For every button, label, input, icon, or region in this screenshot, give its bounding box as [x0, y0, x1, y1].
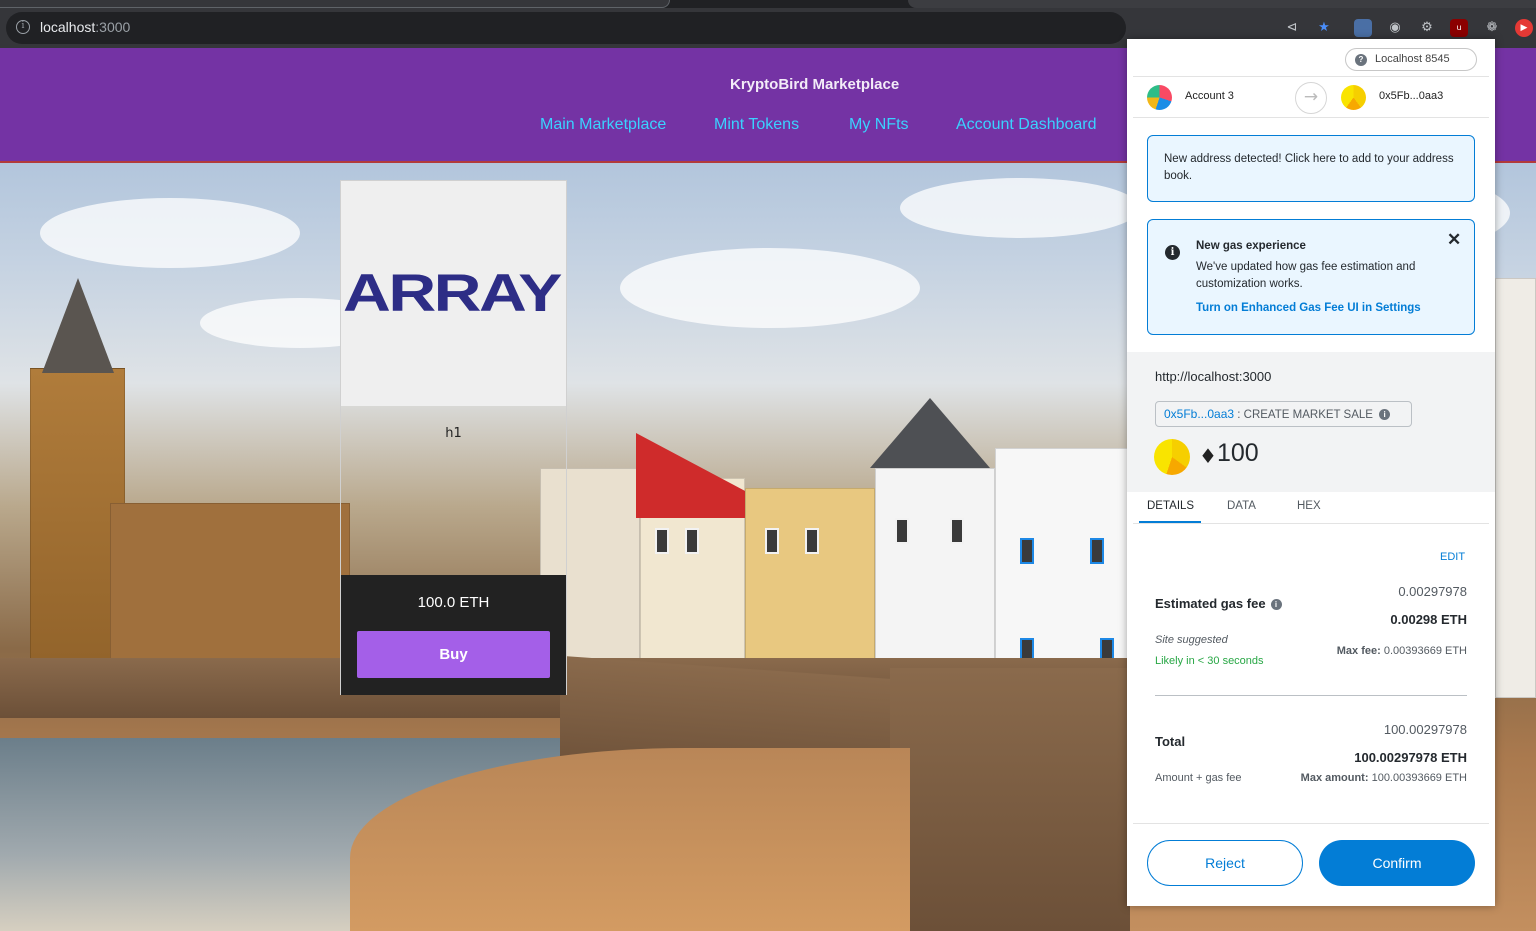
- active-tab-underline: [1139, 521, 1201, 523]
- max-fee-value: 0.00393669 ETH: [1383, 645, 1467, 657]
- nav-my-nfts[interactable]: My NFts: [849, 116, 909, 134]
- divider: [1133, 76, 1489, 77]
- info-icon: i: [1165, 245, 1180, 260]
- gas-fee-label-row: Estimated gas fee i: [1155, 596, 1282, 611]
- max-amount-label: Max amount:: [1300, 772, 1369, 784]
- url-host: localhost: [40, 19, 96, 35]
- account-avatar: [1147, 85, 1172, 110]
- nav-account-dashboard[interactable]: Account Dashboard: [956, 116, 1097, 134]
- origin-url: http://localhost:3000: [1155, 369, 1272, 384]
- gear-icon[interactable]: ⚙: [1418, 19, 1436, 37]
- gas-experience-notice: i New gas experience We've updated how g…: [1147, 219, 1475, 335]
- url-text[interactable]: localhost:3000: [40, 19, 130, 35]
- gas-fee-label: Estimated gas fee: [1155, 596, 1266, 611]
- gas-notice-body: We've updated how gas fee estimation and…: [1196, 261, 1416, 290]
- tab-hex[interactable]: HEX: [1297, 500, 1321, 512]
- nft-card: ARRAY h1 100.0 ETH Buy: [340, 180, 567, 695]
- info-icon[interactable]: i: [1379, 409, 1391, 421]
- reject-button[interactable]: Reject: [1147, 840, 1303, 886]
- nft-image-logo: ARRAY: [343, 264, 562, 323]
- network-selector[interactable]: ? Localhost 8545: [1345, 48, 1477, 71]
- max-fee-label: Max fee:: [1336, 645, 1381, 657]
- nav-mint-tokens[interactable]: Mint Tokens: [714, 116, 799, 134]
- buy-button[interactable]: Buy: [357, 631, 550, 678]
- amount-plus-gas: Amount + gas fee: [1155, 772, 1242, 784]
- url-port: :3000: [95, 19, 131, 35]
- transaction-amount: 100: [1217, 439, 1259, 467]
- confirm-button[interactable]: Confirm: [1319, 840, 1475, 886]
- metamask-popup: ? Localhost 8545 Account 3 → 0x5Fb...0aa…: [1127, 39, 1495, 906]
- tab-details[interactable]: DETAILS: [1147, 500, 1194, 512]
- method-badge: 0x5Fb...0aa3 : CREATE MARKET SALE i: [1155, 401, 1412, 427]
- nft-name: h1: [445, 426, 462, 441]
- question-icon: ?: [1355, 54, 1367, 66]
- method-name: : CREATE MARKET SALE: [1237, 409, 1373, 421]
- max-fee-row: Max fee: 0.00393669 ETH: [1277, 645, 1467, 657]
- new-address-notice[interactable]: New address detected! Click here to add …: [1147, 135, 1475, 202]
- share-icon[interactable]: ⊲: [1283, 19, 1301, 37]
- edit-gas-button[interactable]: EDIT: [1440, 551, 1465, 563]
- divider: [1155, 695, 1467, 696]
- browser-tab-secondary[interactable]: [908, 0, 1536, 8]
- enhanced-gas-settings-link[interactable]: Turn on Enhanced Gas Fee UI in Settings: [1196, 302, 1421, 314]
- divider: [1133, 823, 1489, 824]
- extension-puzzle-icon[interactable]: ❁: [1483, 19, 1501, 37]
- network-name: Localhost 8545: [1375, 53, 1450, 65]
- info-icon[interactable]: i: [1270, 599, 1282, 610]
- nft-card-footer: 100.0 ETH Buy: [341, 575, 566, 695]
- nft-price: 100.0 ETH: [417, 594, 490, 611]
- recipient-avatar-large: [1154, 439, 1190, 475]
- bookmark-star-icon[interactable]: ★: [1315, 19, 1333, 37]
- nft-image: ARRAY: [341, 181, 566, 406]
- brand-title[interactable]: KryptoBird Marketplace: [730, 76, 899, 93]
- gas-fee-small: 0.00297978: [1398, 584, 1467, 599]
- max-amount-row: Max amount: 100.00393669 ETH: [1257, 772, 1467, 784]
- recipient-avatar: [1341, 85, 1366, 110]
- extension-icon[interactable]: [1354, 19, 1372, 37]
- extension-glasses-icon[interactable]: ◉: [1386, 19, 1404, 37]
- close-icon[interactable]: ✕: [1447, 230, 1461, 250]
- site-info-icon[interactable]: i: [16, 20, 30, 34]
- tab-data[interactable]: DATA: [1227, 500, 1256, 512]
- address-bar[interactable]: [6, 12, 1126, 44]
- ublock-icon[interactable]: u: [1450, 19, 1468, 37]
- tab-strip: [0, 0, 1536, 8]
- likely-time: Likely in < 30 seconds: [1155, 655, 1264, 667]
- contract-address-link[interactable]: 0x5Fb...0aa3: [1164, 407, 1234, 421]
- gas-notice-title: New gas experience: [1196, 240, 1306, 252]
- eth-icon: ♦: [1199, 444, 1217, 468]
- arrow-right-icon: →: [1295, 82, 1327, 114]
- divider: [1133, 117, 1489, 118]
- gas-fee-bold: 0.00298 ETH: [1390, 612, 1467, 627]
- max-amount-value: 100.00393669 ETH: [1371, 772, 1467, 784]
- to-address[interactable]: 0x5Fb...0aa3: [1379, 90, 1443, 120]
- browser-tab[interactable]: [0, 0, 670, 8]
- total-label: Total: [1155, 734, 1186, 749]
- total-bold: 100.00297978 ETH: [1354, 750, 1467, 765]
- tx-tabs: DETAILS DATA HEX: [1133, 492, 1489, 524]
- total-small: 100.00297978: [1383, 722, 1467, 737]
- metamask-extension-icon[interactable]: ▶: [1515, 19, 1533, 37]
- from-account-name[interactable]: Account 3: [1185, 90, 1234, 120]
- nav-main-marketplace[interactable]: Main Marketplace: [540, 116, 666, 134]
- site-suggested: Site suggested: [1155, 634, 1228, 646]
